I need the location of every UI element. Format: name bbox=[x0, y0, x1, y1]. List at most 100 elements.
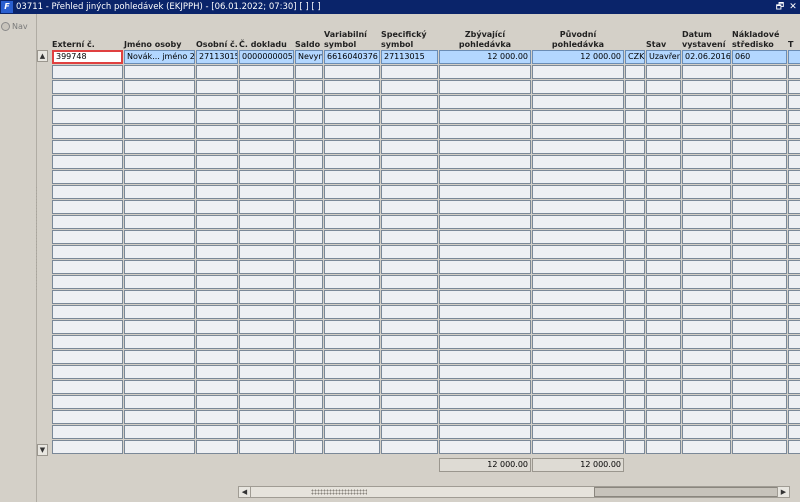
table-row[interactable]: 399748 Novák... jméno 27 27113015 000000000… bbox=[52, 50, 800, 64]
cell-ns[interactable] bbox=[732, 65, 787, 79]
scroll-left-icon[interactable]: ◀ bbox=[239, 487, 251, 497]
cell-doc[interactable] bbox=[239, 440, 294, 454]
cell-pu[interactable] bbox=[532, 275, 624, 289]
cell-ss[interactable]: 27113015 bbox=[381, 50, 438, 64]
cell-ext[interactable] bbox=[52, 110, 123, 124]
cell-stav[interactable] bbox=[646, 410, 681, 424]
table-row[interactable] bbox=[52, 440, 800, 454]
table-row[interactable] bbox=[52, 125, 800, 139]
cell-extra[interactable] bbox=[788, 185, 800, 199]
cell-doc[interactable]: 0000000005 bbox=[239, 50, 294, 64]
cell-dat[interactable] bbox=[682, 230, 731, 244]
cell-cur[interactable] bbox=[625, 230, 645, 244]
cell-ns[interactable] bbox=[732, 320, 787, 334]
cell-doc[interactable] bbox=[239, 350, 294, 364]
cell-name[interactable] bbox=[124, 395, 195, 409]
cell-saldo[interactable] bbox=[295, 140, 323, 154]
cell-saldo[interactable] bbox=[295, 80, 323, 94]
cell-ext[interactable] bbox=[52, 80, 123, 94]
cell-doc[interactable] bbox=[239, 410, 294, 424]
cell-name[interactable] bbox=[124, 245, 195, 259]
cell-stav[interactable] bbox=[646, 260, 681, 274]
cell-ss[interactable] bbox=[381, 320, 438, 334]
cell-os[interactable] bbox=[196, 200, 238, 214]
cell-name[interactable] bbox=[124, 305, 195, 319]
cell-extra[interactable] bbox=[788, 260, 800, 274]
cell-cur[interactable] bbox=[625, 140, 645, 154]
cell-vs[interactable] bbox=[324, 380, 380, 394]
cell-dat[interactable] bbox=[682, 80, 731, 94]
cell-ns[interactable] bbox=[732, 260, 787, 274]
cell-saldo[interactable] bbox=[295, 275, 323, 289]
cell-saldo[interactable] bbox=[295, 245, 323, 259]
cell-os[interactable] bbox=[196, 440, 238, 454]
table-row[interactable] bbox=[52, 230, 800, 244]
cell-zb[interactable] bbox=[439, 260, 531, 274]
cell-vs[interactable] bbox=[324, 95, 380, 109]
cell-pu[interactable] bbox=[532, 125, 624, 139]
cell-ns[interactable] bbox=[732, 350, 787, 364]
cell-saldo[interactable] bbox=[295, 65, 323, 79]
cell-saldo[interactable] bbox=[295, 290, 323, 304]
cell-cur[interactable] bbox=[625, 290, 645, 304]
cell-ext[interactable] bbox=[52, 230, 123, 244]
cell-os[interactable] bbox=[196, 80, 238, 94]
cell-name[interactable] bbox=[124, 215, 195, 229]
cell-stav[interactable] bbox=[646, 125, 681, 139]
cell-pu[interactable] bbox=[532, 215, 624, 229]
cell-ss[interactable] bbox=[381, 275, 438, 289]
cell-stav[interactable] bbox=[646, 290, 681, 304]
cell-stav[interactable] bbox=[646, 440, 681, 454]
cell-doc[interactable] bbox=[239, 170, 294, 184]
table-row[interactable] bbox=[52, 305, 800, 319]
cell-ss[interactable] bbox=[381, 380, 438, 394]
cell-name[interactable] bbox=[124, 140, 195, 154]
cell-doc[interactable] bbox=[239, 365, 294, 379]
scroll-down-icon[interactable]: ▼ bbox=[37, 444, 48, 456]
cell-name[interactable] bbox=[124, 260, 195, 274]
table-row[interactable] bbox=[52, 140, 800, 154]
cell-doc[interactable] bbox=[239, 380, 294, 394]
cell-name[interactable] bbox=[124, 290, 195, 304]
cell-vs[interactable] bbox=[324, 365, 380, 379]
cell-vs[interactable] bbox=[324, 320, 380, 334]
cell-cur[interactable] bbox=[625, 95, 645, 109]
cell-stav[interactable] bbox=[646, 80, 681, 94]
cell-name[interactable] bbox=[124, 230, 195, 244]
table-row[interactable] bbox=[52, 395, 800, 409]
cell-cur[interactable] bbox=[625, 380, 645, 394]
cell-cur[interactable] bbox=[625, 170, 645, 184]
cell-dat[interactable] bbox=[682, 410, 731, 424]
cell-ns[interactable] bbox=[732, 230, 787, 244]
cell-pu[interactable] bbox=[532, 155, 624, 169]
cell-extra[interactable] bbox=[788, 380, 800, 394]
cell-os[interactable] bbox=[196, 245, 238, 259]
column-header-os[interactable]: Osobní č. bbox=[196, 18, 238, 50]
cell-cur[interactable] bbox=[625, 110, 645, 124]
cell-dat[interactable] bbox=[682, 185, 731, 199]
table-row[interactable] bbox=[52, 365, 800, 379]
cell-vs[interactable] bbox=[324, 155, 380, 169]
cell-cur[interactable] bbox=[625, 155, 645, 169]
cell-saldo[interactable] bbox=[295, 155, 323, 169]
cell-name[interactable] bbox=[124, 350, 195, 364]
table-row[interactable] bbox=[52, 95, 800, 109]
cell-name[interactable] bbox=[124, 335, 195, 349]
cell-extra[interactable] bbox=[788, 110, 800, 124]
cell-name[interactable] bbox=[124, 155, 195, 169]
cell-name[interactable] bbox=[124, 440, 195, 454]
cell-extra[interactable] bbox=[788, 425, 800, 439]
cell-os[interactable] bbox=[196, 335, 238, 349]
cell-pu[interactable] bbox=[532, 230, 624, 244]
column-header-zb[interactable]: Zbývající pohledávka bbox=[439, 18, 531, 50]
cell-saldo[interactable]: Nevyn bbox=[295, 50, 323, 64]
cell-os[interactable] bbox=[196, 110, 238, 124]
cell-pu[interactable] bbox=[532, 425, 624, 439]
cell-name[interactable] bbox=[124, 125, 195, 139]
cell-ext[interactable] bbox=[52, 125, 123, 139]
cell-ss[interactable] bbox=[381, 245, 438, 259]
cell-pu[interactable] bbox=[532, 410, 624, 424]
cell-pu[interactable] bbox=[532, 200, 624, 214]
cell-stav[interactable] bbox=[646, 65, 681, 79]
cell-doc[interactable] bbox=[239, 80, 294, 94]
